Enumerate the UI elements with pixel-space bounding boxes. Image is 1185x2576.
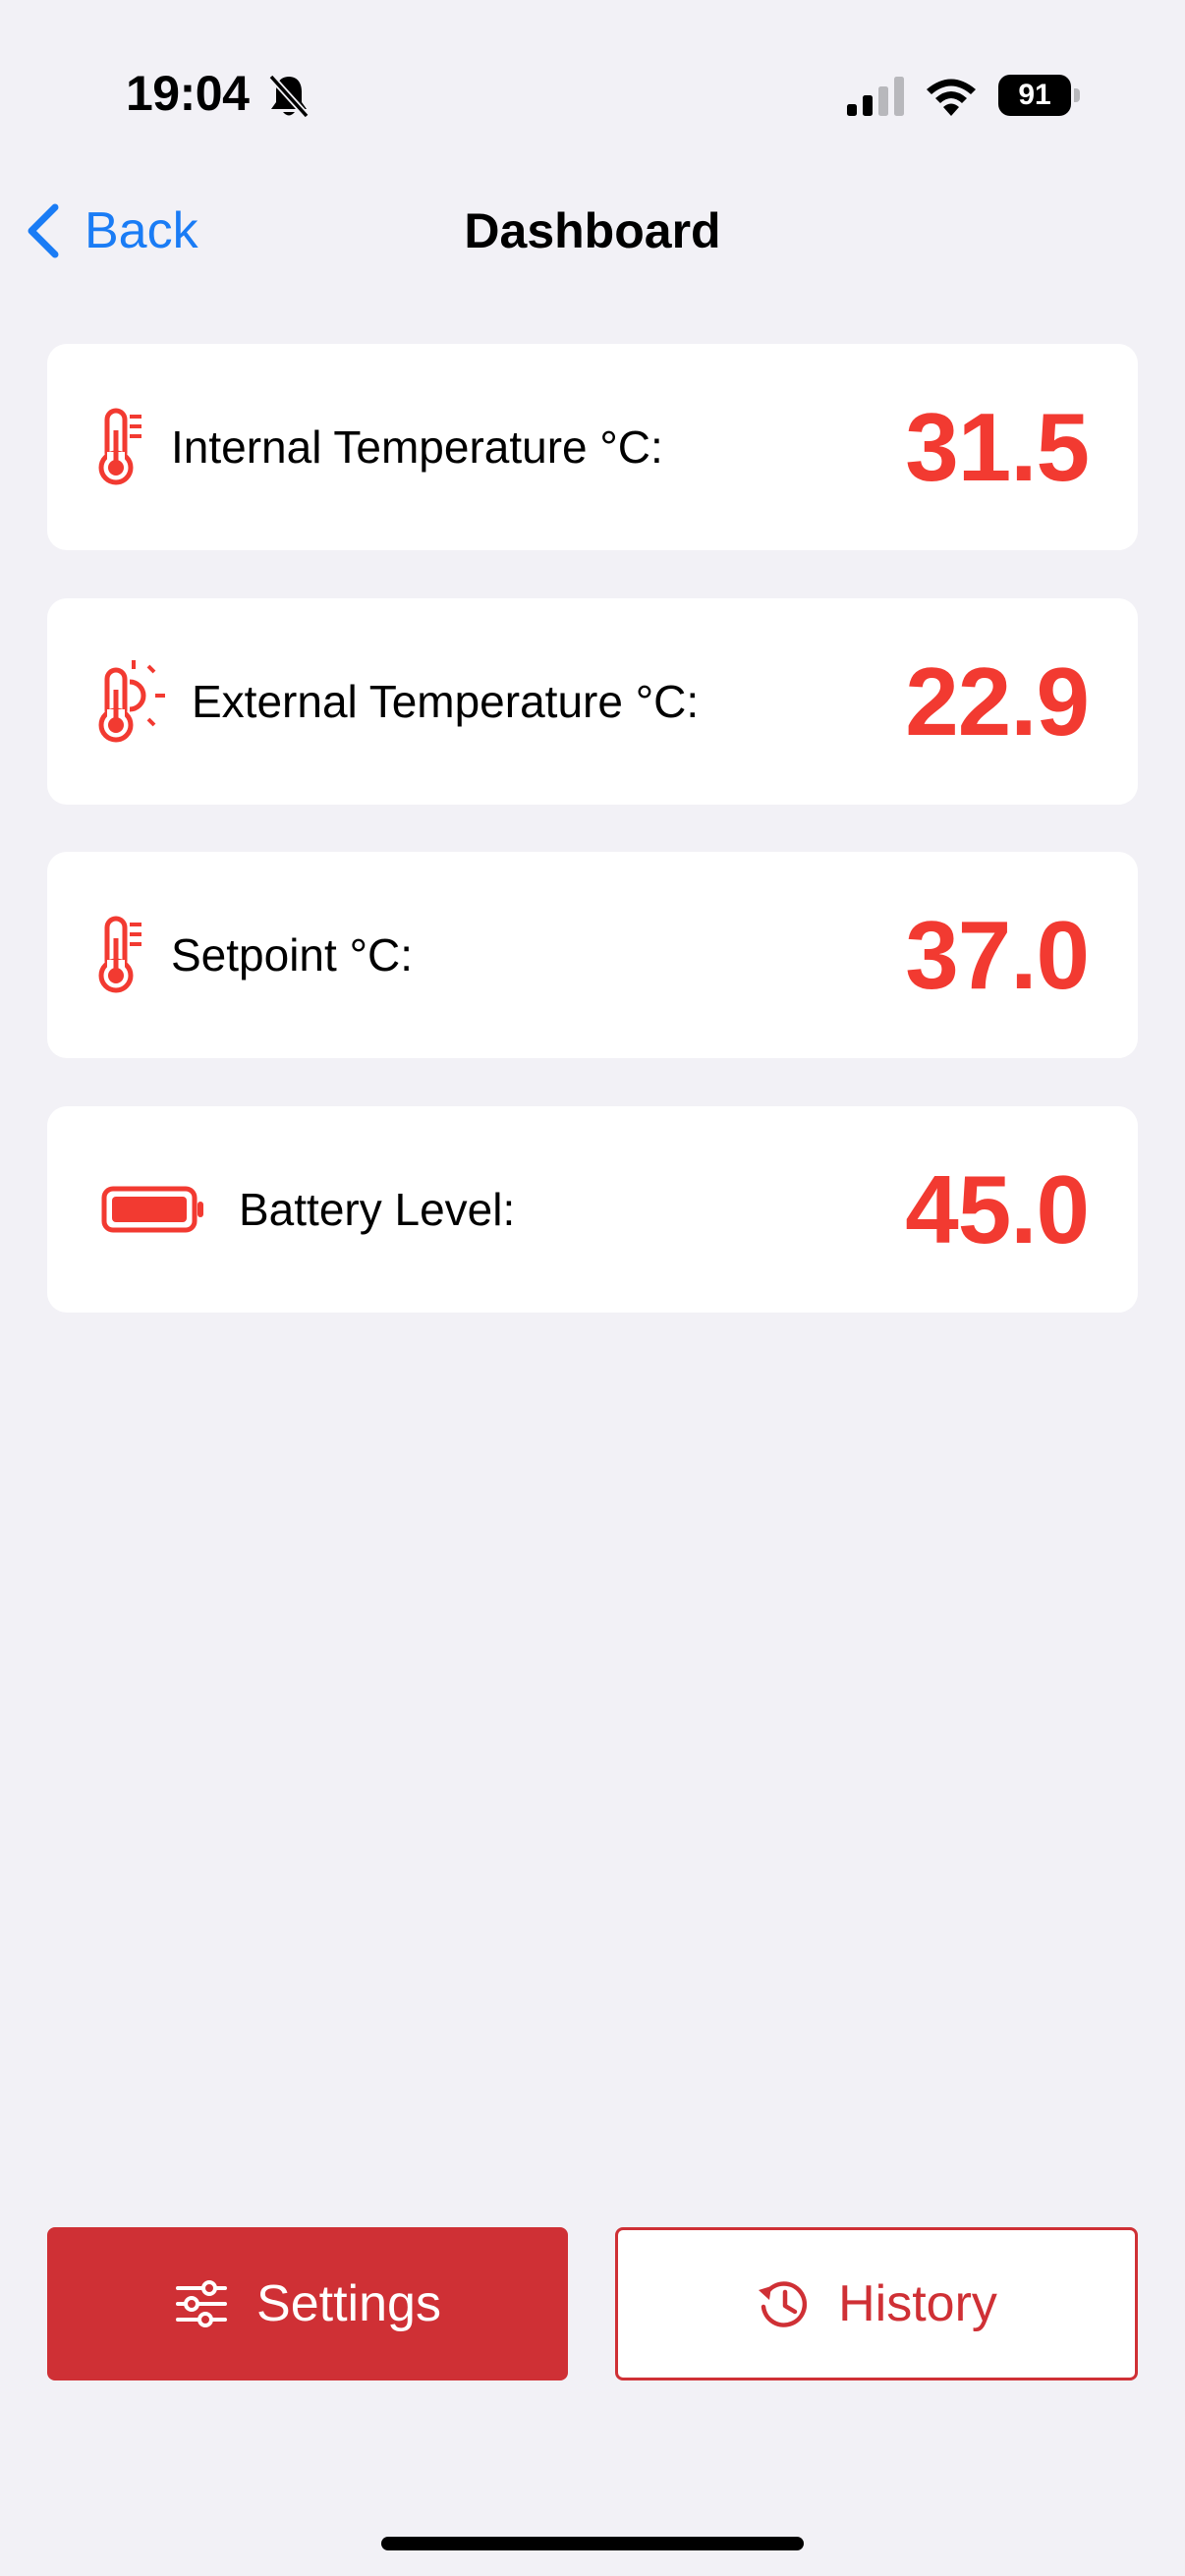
battery-level-label: Battery Level: — [239, 1184, 516, 1235]
internal-temperature-label: Internal Temperature °C: — [171, 421, 663, 473]
thermometer-icon — [96, 344, 147, 550]
setpoint-card: Setpoint °C: 37.0 — [47, 852, 1138, 1058]
battery-cap — [1074, 88, 1080, 102]
external-temperature-card: External Temperature °C: 22.9 — [47, 598, 1138, 805]
battery-level-value: 45.0 — [905, 1155, 1090, 1263]
thermometer-icon — [96, 852, 147, 1058]
history-label: History — [838, 2275, 997, 2332]
cellular-signal-icon — [847, 77, 904, 116]
status-bar: 19:04 91 — [0, 0, 1185, 196]
battery-full-icon — [101, 1106, 205, 1313]
internal-temperature-value: 31.5 — [905, 393, 1090, 501]
settings-label: Settings — [256, 2275, 441, 2332]
home-indicator[interactable] — [381, 2537, 804, 2550]
sliders-icon — [176, 2280, 228, 2327]
chevron-left-icon — [28, 203, 59, 258]
bell-slash-icon — [268, 74, 310, 119]
external-temperature-label: External Temperature °C: — [192, 676, 700, 727]
external-temperature-value: 22.9 — [905, 647, 1090, 756]
battery-icon: 91 — [998, 75, 1081, 116]
settings-button[interactable]: Settings — [47, 2227, 568, 2380]
battery-percent: 91 — [998, 75, 1071, 116]
setpoint-label: Setpoint °C: — [171, 929, 413, 980]
history-clock-icon — [759, 2281, 808, 2327]
setpoint-value: 37.0 — [905, 901, 1090, 1009]
battery-level-card: Battery Level: 45.0 — [47, 1106, 1138, 1313]
history-button[interactable]: History — [615, 2227, 1138, 2380]
back-button[interactable]: Back — [24, 187, 198, 275]
navigation-bar: Dashboard Back — [0, 187, 1185, 275]
internal-temperature-card: Internal Temperature °C: 31.5 — [47, 344, 1138, 550]
status-time: 19:04 — [126, 66, 250, 121]
wifi-icon — [927, 79, 976, 116]
back-label: Back — [85, 202, 198, 259]
thermometer-sun-icon — [96, 598, 171, 805]
